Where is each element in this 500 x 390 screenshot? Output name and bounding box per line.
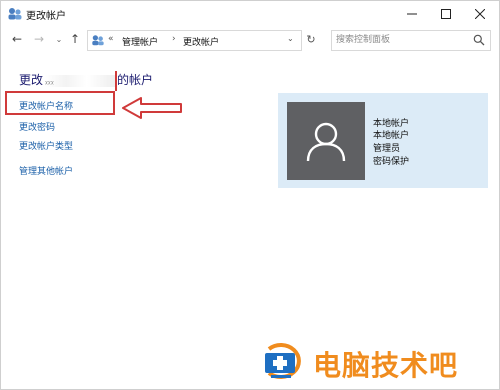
- recent-locations-button[interactable]: ⌄: [51, 31, 67, 47]
- account-password-status: 密码保护: [373, 157, 410, 167]
- up-arrow-icon: ↑: [69, 32, 81, 46]
- breadcrumb-separator: ›: [172, 34, 176, 44]
- control-panel-icon: [92, 35, 104, 46]
- search-box[interactable]: [331, 30, 491, 51]
- navigation-bar: ← → ⌄ ↑ « 管理帐户 › 更改帐户 ⌄ ↻: [1, 28, 499, 52]
- close-button[interactable]: [463, 1, 497, 27]
- account-tile: 本地帐户 本地帐户 管理员 密码保护: [278, 93, 488, 188]
- refresh-button[interactable]: ↻: [303, 31, 319, 47]
- annotation-arrow-icon: [122, 97, 182, 119]
- annotation-line: [115, 71, 117, 91]
- back-button[interactable]: ←: [9, 31, 25, 47]
- change-account-name-link[interactable]: 更改帐户名称: [19, 99, 73, 112]
- forward-button[interactable]: →: [31, 31, 47, 47]
- maximize-icon: [441, 9, 451, 19]
- close-icon: [475, 9, 485, 19]
- watermark-text: 电脑技术吧: [313, 349, 459, 382]
- search-input[interactable]: [336, 33, 468, 47]
- page-heading: 更改 ᵡᵡᵡ 的帐户: [19, 71, 153, 88]
- change-account-window: 更改帐户 ← → ⌄ ↑ « 管理帐户 › 更改帐户 ⌄ ↻ 搜索控制面板 更改…: [0, 0, 500, 390]
- heading-text-end: 的帐户: [117, 73, 154, 87]
- obscured-username: ᵡᵡᵡ: [45, 74, 116, 88]
- breadcrumb-overflow[interactable]: «: [108, 34, 114, 44]
- manage-other-accounts-link[interactable]: 管理其他帐户: [19, 164, 73, 177]
- account-type-local: 本地帐户: [373, 131, 410, 141]
- avatar: [287, 102, 365, 180]
- window-title: 更改帐户: [26, 11, 66, 22]
- user-avatar-icon: [306, 122, 346, 162]
- address-dropdown-icon[interactable]: ⌄: [287, 34, 294, 43]
- refresh-icon: ↻: [306, 32, 316, 46]
- control-panel-icon: [8, 8, 22, 20]
- minimize-icon: [407, 13, 417, 15]
- up-button[interactable]: ↑: [67, 31, 83, 47]
- back-arrow-icon: ←: [11, 32, 23, 46]
- address-bar[interactable]: « 管理帐户 › 更改帐户 ⌄: [87, 30, 302, 51]
- forward-arrow-icon: →: [33, 32, 45, 46]
- maximize-button[interactable]: [429, 1, 463, 27]
- minimize-button[interactable]: [395, 1, 429, 27]
- recent-locations-icon: ⌄: [55, 34, 63, 44]
- watermark-logo-icon: [265, 343, 301, 379]
- account-role: 管理员: [373, 144, 401, 154]
- change-password-link[interactable]: 更改密码: [19, 120, 55, 133]
- breadcrumb-change-account[interactable]: 更改帐户: [183, 35, 219, 48]
- change-account-type-link[interactable]: 更改帐户类型: [19, 139, 73, 152]
- heading-text-start: 更改: [19, 73, 44, 87]
- breadcrumb-manage-accounts[interactable]: 管理帐户: [122, 35, 158, 48]
- search-icon: [473, 34, 485, 46]
- title-bar: 更改帐户: [1, 1, 499, 27]
